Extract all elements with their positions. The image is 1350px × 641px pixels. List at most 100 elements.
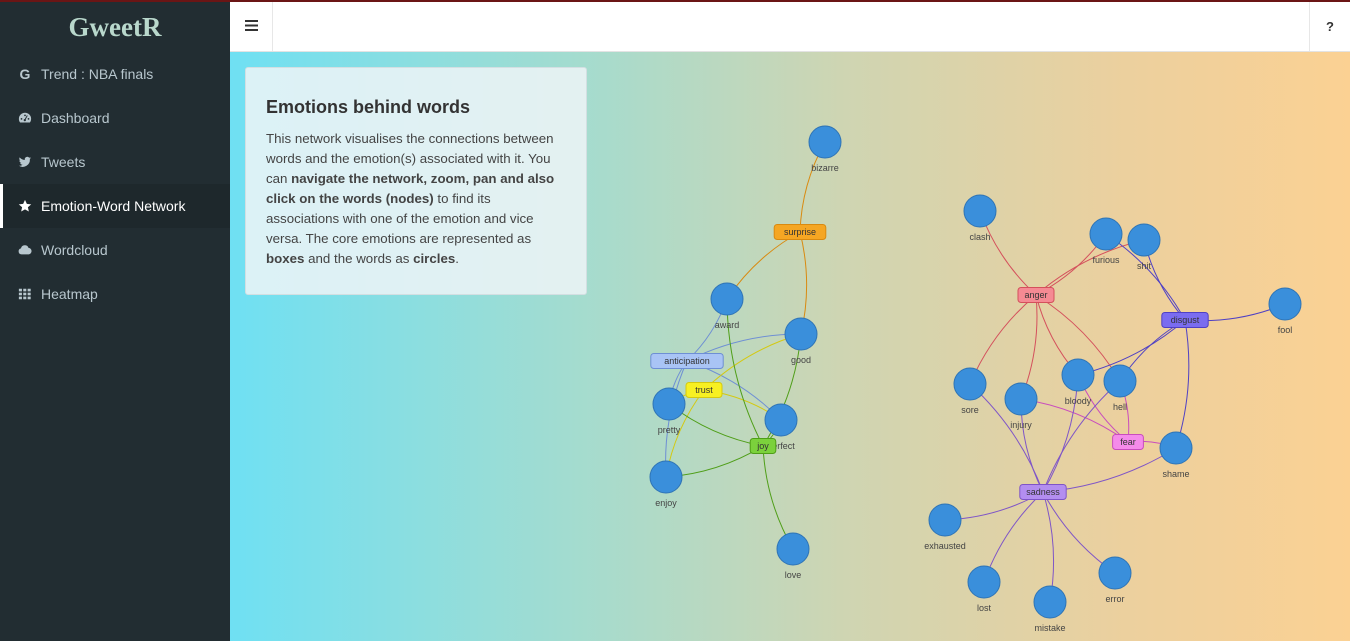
sidebar-item-label: Wordcloud [41, 242, 108, 258]
word-node-good[interactable]: good [784, 317, 818, 365]
word-label: award [715, 320, 740, 330]
edge-sadness-mistake [1042, 491, 1055, 603]
emotion-node-joy[interactable]: joy [749, 438, 777, 454]
google-icon: G [19, 66, 31, 82]
word-circle[interactable] [764, 403, 798, 437]
word-label: lost [977, 603, 992, 613]
word-circle[interactable] [1004, 382, 1038, 416]
word-node-mistake[interactable]: mistake [1033, 585, 1067, 633]
sidebar-item-tweets[interactable]: Tweets [0, 140, 230, 184]
word-circle[interactable] [928, 503, 962, 537]
word-node-clash[interactable]: clash [963, 194, 997, 242]
main-content: Emotions behind words This network visua… [230, 52, 1350, 641]
sidebar-item-dashboard[interactable]: Dashboard [0, 96, 230, 140]
emotion-node-surprise[interactable]: surprise [773, 224, 827, 240]
word-label: bizarre [811, 163, 839, 173]
sidebar-item-heatmap[interactable]: Heatmap [0, 272, 230, 316]
edge-anger-shit [1035, 239, 1145, 296]
word-circle[interactable] [1098, 556, 1132, 590]
word-circle[interactable] [776, 532, 810, 566]
word-node-bizarre[interactable]: bizarre [808, 125, 842, 173]
word-node-shit[interactable]: shit [1127, 223, 1161, 271]
star-icon [17, 198, 33, 214]
word-label: good [791, 355, 811, 365]
word-label: mistake [1034, 623, 1065, 633]
word-label: fool [1278, 325, 1293, 335]
word-circle[interactable] [1159, 431, 1193, 465]
word-node-exhausted[interactable]: exhausted [924, 503, 966, 551]
emotion-label: anticipation [664, 356, 710, 366]
emotion-label: joy [756, 441, 769, 451]
word-circle[interactable] [1127, 223, 1161, 257]
emotion-node-anger[interactable]: anger [1017, 287, 1055, 303]
word-label: error [1105, 594, 1124, 604]
word-node-award[interactable]: award [710, 282, 744, 330]
emotion-label: surprise [784, 227, 816, 237]
top-border [0, 0, 1350, 2]
sidebar-item-wordcloud[interactable]: Wordcloud [0, 228, 230, 272]
emotion-node-disgust[interactable]: disgust [1161, 312, 1209, 328]
sidebar-item-label: Dashboard [41, 110, 110, 126]
word-node-fool[interactable]: fool [1268, 287, 1302, 335]
emotion-node-trust[interactable]: trust [685, 382, 723, 398]
emotion-node-sadness[interactable]: sadness [1019, 484, 1067, 500]
twitter-icon [17, 154, 33, 170]
emotion-node-fear[interactable]: fear [1112, 434, 1144, 450]
help-button[interactable]: ? [1309, 2, 1350, 51]
word-label: hell [1113, 402, 1127, 412]
word-circle[interactable] [1089, 217, 1123, 251]
word-node-furious[interactable]: furious [1089, 217, 1123, 265]
sidebar-item-emotion-word-network[interactable]: Emotion-Word Network [0, 184, 230, 228]
grid-icon [17, 286, 33, 302]
word-circle[interactable] [808, 125, 842, 159]
word-circle[interactable] [784, 317, 818, 351]
edge-disgust-shame [1175, 319, 1190, 449]
word-label: bloody [1065, 396, 1092, 406]
word-node-injury[interactable]: injury [1004, 382, 1038, 430]
top-header: ? [230, 2, 1350, 52]
word-label: furious [1092, 255, 1120, 265]
word-circle[interactable] [963, 194, 997, 228]
word-circle[interactable] [1268, 287, 1302, 321]
edge-sadness-bloody [1042, 374, 1079, 493]
word-circle[interactable] [652, 387, 686, 421]
word-label: love [785, 570, 802, 580]
emotion-word-network-graph[interactable]: bizarreawardgoodprettyperfectenjoylovecl… [230, 52, 1350, 641]
word-circle[interactable] [953, 367, 987, 401]
word-label: enjoy [655, 498, 677, 508]
word-circle[interactable] [967, 565, 1001, 599]
hamburger-icon [244, 18, 258, 36]
word-circle[interactable] [1103, 364, 1137, 398]
word-node-hell[interactable]: hell [1103, 364, 1137, 412]
dashboard-icon [17, 110, 33, 126]
sidebar-toggle-button[interactable] [230, 2, 273, 51]
emotion-label: anger [1024, 290, 1047, 300]
word-label: shit [1137, 261, 1152, 271]
edge-anger-sore [969, 294, 1037, 385]
word-circle[interactable] [1033, 585, 1067, 619]
emotion-label: sadness [1026, 487, 1060, 497]
sidebar: GweetR G Trend : NBA finals Dashboard Tw… [0, 2, 230, 641]
word-node-pretty[interactable]: pretty [652, 387, 686, 435]
word-node-bloody[interactable]: bloody [1061, 358, 1095, 406]
sidebar-item-label: Heatmap [41, 286, 98, 302]
word-node-sore[interactable]: sore [953, 367, 987, 415]
emotion-node-anticipation[interactable]: anticipation [650, 353, 724, 369]
emotion-label: fear [1120, 437, 1136, 447]
word-circle[interactable] [710, 282, 744, 316]
word-label: sore [961, 405, 979, 415]
emotion-label: trust [695, 385, 713, 395]
word-node-shame[interactable]: shame [1159, 431, 1193, 479]
sidebar-item-trend[interactable]: G Trend : NBA finals [0, 52, 230, 96]
word-circle[interactable] [1061, 358, 1095, 392]
sidebar-item-label: Emotion-Word Network [41, 198, 186, 214]
word-node-enjoy[interactable]: enjoy [649, 460, 683, 508]
cloud-icon [17, 242, 33, 258]
word-circle[interactable] [649, 460, 683, 494]
word-node-love[interactable]: love [776, 532, 810, 580]
word-label: injury [1010, 420, 1032, 430]
network-nodes: bizarreawardgoodprettyperfectenjoylovecl… [649, 125, 1302, 633]
app-logo[interactable]: GweetR [0, 2, 230, 52]
word-node-error[interactable]: error [1098, 556, 1132, 604]
word-node-lost[interactable]: lost [967, 565, 1001, 613]
